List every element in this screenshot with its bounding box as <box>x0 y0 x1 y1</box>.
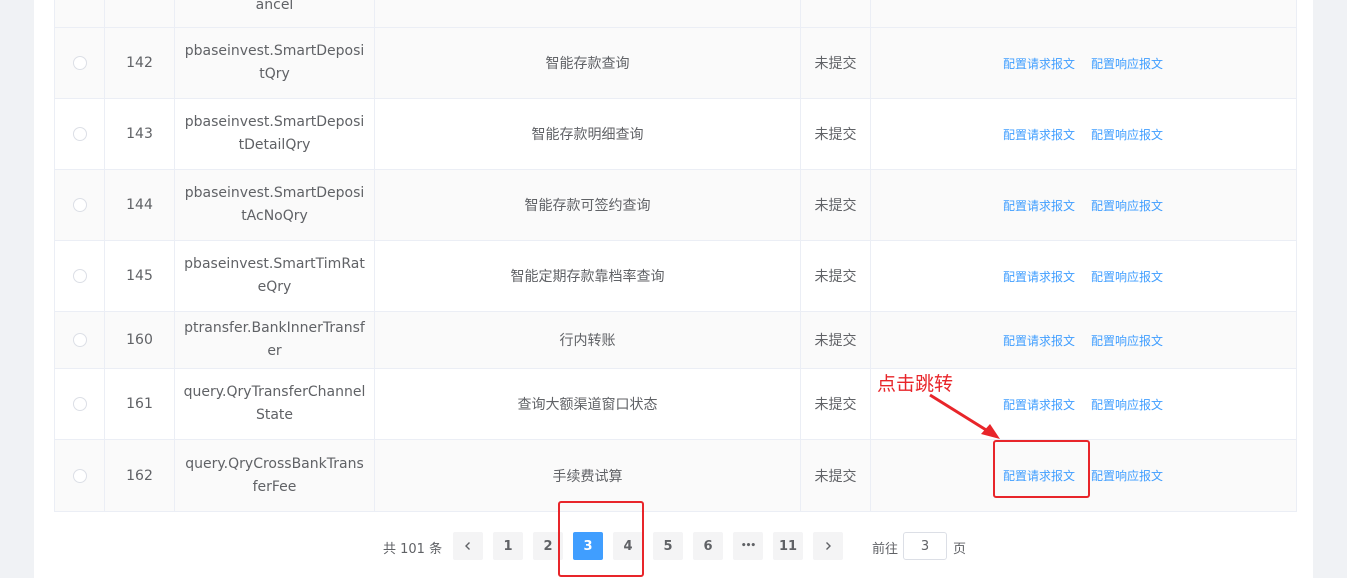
row-radio[interactable] <box>72 397 87 411</box>
code-cell: query.QryTransferChannelState <box>175 369 375 439</box>
config-response-link[interactable]: 配置响应报文 <box>1091 55 1163 72</box>
name-cell: 智能存款明细查询 <box>375 99 801 169</box>
status-cell: 未提交 <box>801 241 871 311</box>
config-request-link[interactable]: 配置请求报文 <box>1003 55 1075 72</box>
code-cell: query.QryCrossBankTransferFee <box>175 440 375 511</box>
annotation-box-page-3 <box>558 501 644 577</box>
select-cell <box>55 312 105 368</box>
table-row: 160 ptransfer.BankInnerTransfer 行内转账 未提交… <box>55 312 1296 369</box>
row-radio[interactable] <box>72 56 87 70</box>
table-row-partial: ancel <box>55 0 1296 28</box>
more-pages-button[interactable]: ••• <box>733 532 763 560</box>
name-cell: 查询大额渠道窗口状态 <box>375 369 801 439</box>
total-count: 共 101 条 <box>383 542 443 557</box>
name-cell: 智能定期存款靠档率查询 <box>375 241 801 311</box>
id-cell: 143 <box>105 99 175 169</box>
status-cell: 未提交 <box>801 369 871 439</box>
config-response-link[interactable]: 配置响应报文 <box>1091 396 1163 413</box>
id-cell: 145 <box>105 241 175 311</box>
config-request-link[interactable]: 配置请求报文 <box>1003 268 1075 285</box>
table-row: 142 pbaseinvest.SmartDepositQry 智能存款查询 未… <box>55 28 1296 99</box>
page-button-1[interactable]: 1 <box>493 532 523 560</box>
row-radio[interactable] <box>72 269 87 283</box>
row-radio[interactable] <box>72 127 87 141</box>
name-cell: 智能存款查询 <box>375 28 801 98</box>
config-request-link[interactable]: 配置请求报文 <box>1003 396 1075 413</box>
code-fragment: ancel <box>255 0 294 13</box>
row-radio[interactable] <box>72 333 87 347</box>
code-cell: ptransfer.BankInnerTransfer <box>175 312 375 368</box>
id-cell: 142 <box>105 28 175 98</box>
ops-cell: 配置请求报文 配置响应报文 <box>871 28 1295 98</box>
row-radio[interactable] <box>72 468 87 483</box>
interface-table: ancel 142 pbaseinvest.SmartDepositQry 智能… <box>54 0 1297 512</box>
status-cell: 未提交 <box>801 440 871 511</box>
config-response-link[interactable]: 配置响应报文 <box>1091 268 1163 285</box>
config-response-link[interactable]: 配置响应报文 <box>1091 197 1163 214</box>
ops-cell: 配置请求报文 配置响应报文 <box>871 99 1295 169</box>
ops-cell <box>871 0 1295 27</box>
status-cell: 未提交 <box>801 312 871 368</box>
config-request-link[interactable]: 配置请求报文 <box>1003 332 1075 349</box>
status-cell <box>801 0 871 27</box>
prev-page-button[interactable] <box>453 532 483 560</box>
code-cell: ancel <box>175 0 375 27</box>
select-cell <box>55 28 105 98</box>
id-cell: 161 <box>105 369 175 439</box>
select-cell <box>55 170 105 240</box>
name-cell <box>375 0 801 27</box>
id-cell: 144 <box>105 170 175 240</box>
select-cell <box>55 440 105 511</box>
page-button-5[interactable]: 5 <box>653 532 683 560</box>
select-cell <box>55 241 105 311</box>
goto-suffix: 页 <box>953 542 967 557</box>
code-cell: pbaseinvest.SmartTimRateQry <box>175 241 375 311</box>
name-cell: 智能存款可签约查询 <box>375 170 801 240</box>
config-request-link[interactable]: 配置请求报文 <box>1003 126 1075 143</box>
page-button-6[interactable]: 6 <box>693 532 723 560</box>
config-response-link[interactable]: 配置响应报文 <box>1091 332 1163 349</box>
table-row: 143 pbaseinvest.SmartDepositDetailQry 智能… <box>55 99 1296 170</box>
config-request-link[interactable]: 配置请求报文 <box>1003 197 1075 214</box>
code-cell: pbaseinvest.SmartDepositAcNoQry <box>175 170 375 240</box>
table-row: 161 query.QryTransferChannelState 查询大额渠道… <box>55 369 1296 440</box>
ops-cell: 配置请求报文 配置响应报文 <box>871 170 1295 240</box>
status-cell: 未提交 <box>801 99 871 169</box>
select-cell <box>55 369 105 439</box>
id-cell: 162 <box>105 440 175 511</box>
ops-cell: 配置请求报文 配置响应报文 <box>871 241 1295 311</box>
chevron-right-icon <box>826 542 831 550</box>
goto-page-input[interactable] <box>903 532 947 560</box>
annotation-arrow-icon <box>929 393 1000 439</box>
page-button-11[interactable]: 11 <box>773 532 803 560</box>
annotation-box-request-link <box>993 440 1090 498</box>
table-row: 145 pbaseinvest.SmartTimRateQry 智能定期存款靠档… <box>55 241 1296 312</box>
id-cell: 160 <box>105 312 175 368</box>
select-cell <box>55 99 105 169</box>
select-cell <box>55 0 105 27</box>
status-cell: 未提交 <box>801 28 871 98</box>
chevron-left-icon <box>465 542 470 550</box>
code-cell: pbaseinvest.SmartDepositDetailQry <box>175 99 375 169</box>
config-response-link[interactable]: 配置响应报文 <box>1091 126 1163 143</box>
name-cell: 行内转账 <box>375 312 801 368</box>
ops-cell: 配置请求报文 配置响应报文 <box>871 312 1295 368</box>
table-row: 162 query.QryCrossBankTransferFee 手续费试算 … <box>55 440 1296 511</box>
table-row: 144 pbaseinvest.SmartDepositAcNoQry 智能存款… <box>55 170 1296 241</box>
row-radio[interactable] <box>72 198 87 212</box>
pagination: 共 101 条 1 2 3 4 5 6 ••• 11 前往 页 <box>0 532 1347 562</box>
config-response-link[interactable]: 配置响应报文 <box>1091 467 1163 484</box>
code-cell: pbaseinvest.SmartDepositQry <box>175 28 375 98</box>
next-page-button[interactable] <box>813 532 843 560</box>
goto-label: 前往 <box>872 542 899 557</box>
status-cell: 未提交 <box>801 170 871 240</box>
id-cell <box>105 0 175 27</box>
